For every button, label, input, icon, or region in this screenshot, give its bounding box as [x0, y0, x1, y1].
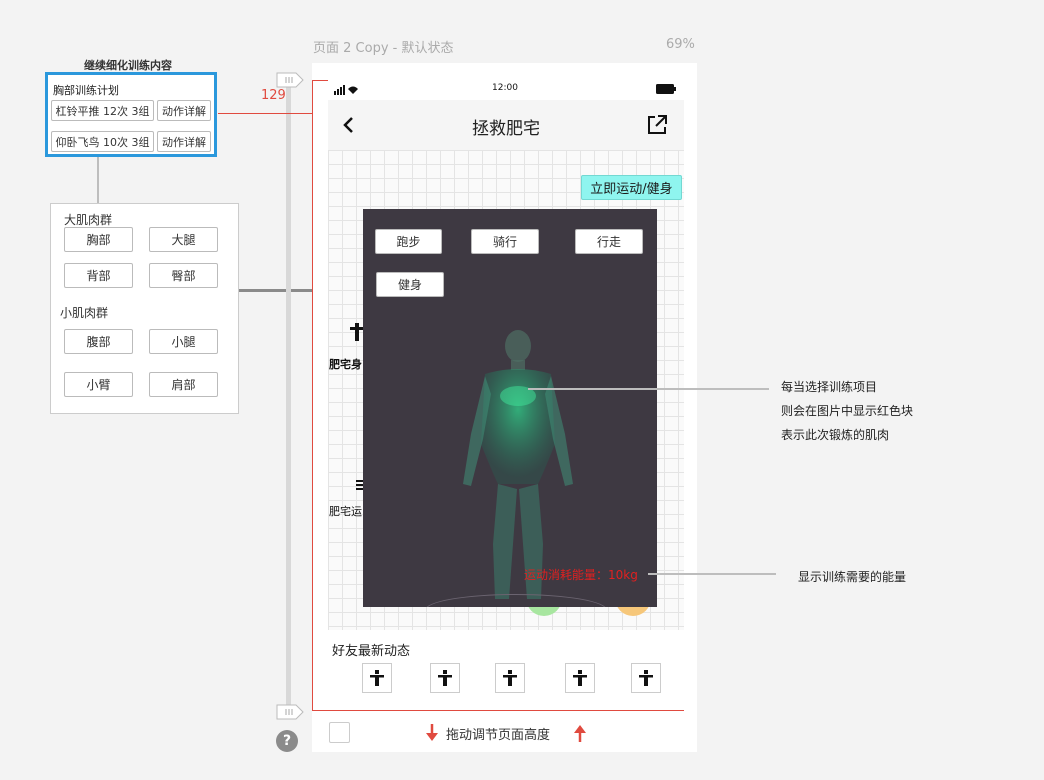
activity-button-walking[interactable]: 行走 [575, 229, 643, 254]
muscle-annotation-line-2: 则会在图片中显示红色块 [781, 404, 914, 418]
person-icon [350, 323, 364, 345]
side-label-1: 肥宅身 [329, 358, 362, 371]
start-exercise-button[interactable]: 立即运动/健身 [581, 175, 682, 200]
detail-label: 动作详解 [162, 135, 206, 149]
back-icon[interactable] [342, 116, 354, 138]
muscle-button-back[interactable]: 背部 [64, 263, 133, 288]
battery-icon [656, 84, 676, 94]
muscle-button-forearm[interactable]: 小臂 [64, 372, 133, 397]
drag-handle-icon [276, 704, 304, 720]
muscle-annotation-line-1: 每当选择训练项目 [781, 380, 878, 394]
plan-item-2-text: 仰卧飞鸟 10次 3组 [55, 135, 150, 149]
help-icon[interactable]: ? [276, 730, 298, 752]
energy-annotation-line [648, 573, 776, 575]
activity-button-fitness[interactable]: 健身 [376, 272, 444, 297]
muscle-group-panel: 大肌肉群 胸部 大腿 背部 臀部 小肌肉群 腹部 小腿 小臂 肩部 [50, 203, 239, 414]
big-muscle-title: 大肌肉群 [64, 213, 113, 227]
friend-avatar[interactable] [565, 663, 595, 693]
body-map-overlay: 跑步 骑行 行走 健身 运动消耗能量：10kg [363, 209, 657, 607]
drag-height-label: 拖动调节页面高度 [446, 728, 551, 743]
nav-title: 拯救肥宅 [472, 119, 540, 139]
signal-wifi-icon [334, 85, 358, 95]
nav-bar: 拯救肥宅 [328, 100, 684, 150]
resize-checkbox[interactable] [329, 722, 350, 743]
detail-label: 动作详解 [162, 104, 206, 118]
muscle-button-calf[interactable]: 小腿 [149, 329, 218, 354]
human-body-figure [463, 330, 573, 599]
plan-item-1-text: 杠铃平推 12次 3组 [55, 104, 150, 118]
friend-avatar[interactable] [495, 663, 525, 693]
status-time: 12:00 [492, 83, 518, 93]
training-plan-box: 胸部训练计划 杠铃平推 12次 3组 动作详解 仰卧飞鸟 10次 3组 动作详解 [45, 72, 217, 157]
drag-handle-icon [276, 72, 304, 88]
person-icon [639, 670, 653, 686]
muscle-button-shoulder[interactable]: 肩部 [149, 372, 218, 397]
plan-item-1-detail-button[interactable]: 动作详解 [157, 100, 211, 121]
ruler-value: 129 [261, 88, 286, 103]
person-icon [370, 670, 384, 686]
friend-avatar[interactable] [430, 663, 460, 693]
share-icon[interactable] [646, 114, 668, 140]
friend-avatar[interactable] [362, 663, 392, 693]
muscle-annotation-line [528, 388, 769, 390]
muscle-button-abs[interactable]: 腹部 [64, 329, 133, 354]
friends-title: 好友最新动态 [332, 644, 411, 659]
plan-item-1[interactable]: 杠铃平推 12次 3组 [51, 100, 154, 121]
muscle-button-thigh[interactable]: 大腿 [149, 227, 218, 252]
energy-annotation: 显示训练需要的能量 [798, 570, 907, 584]
activity-button-cycling[interactable]: 骑行 [471, 229, 539, 254]
training-plan-title: 胸部训练计划 [53, 84, 119, 97]
ruler-bottom-handle[interactable] [276, 704, 304, 720]
muscle-annotation-line-3: 表示此次锻炼的肌肉 [781, 428, 890, 442]
page-name: 页面 2 Copy - 默认状态 [313, 41, 454, 56]
person-icon [438, 670, 452, 686]
friend-avatar[interactable] [631, 663, 661, 693]
plan-item-2[interactable]: 仰卧飞鸟 10次 3组 [51, 131, 154, 152]
small-muscle-title: 小肌肉群 [60, 306, 109, 320]
left-panel-title: 继续细化训练内容 [84, 59, 172, 72]
arrow-down-icon [425, 724, 439, 746]
side-label-2: 肥宅运 [329, 505, 362, 518]
energy-consumption-text: 运动消耗能量：10kg [524, 568, 638, 582]
height-ruler-track [286, 82, 291, 712]
muscle-button-glutes[interactable]: 臀部 [149, 263, 218, 288]
muscle-button-chest[interactable]: 胸部 [64, 227, 133, 252]
plan-item-2-detail-button[interactable]: 动作详解 [157, 131, 211, 152]
person-icon [573, 670, 587, 686]
status-bar: 12:00 [328, 80, 684, 100]
arrow-up-icon [573, 724, 587, 746]
ruler-top-handle[interactable] [276, 72, 304, 88]
person-icon [503, 670, 517, 686]
zoom-level: 69% [666, 37, 695, 52]
activity-button-running[interactable]: 跑步 [375, 229, 442, 254]
connector-line [97, 157, 99, 204]
